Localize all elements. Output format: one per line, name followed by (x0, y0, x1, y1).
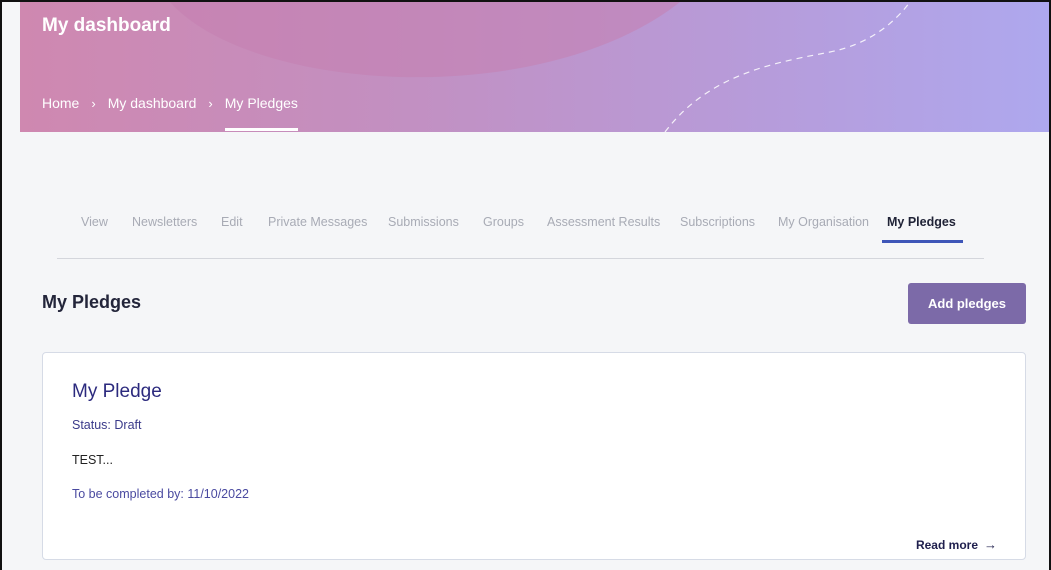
section-title: My Pledges (42, 292, 142, 312)
pledge-title[interactable]: My Pledge (72, 381, 162, 403)
read-more-label: Read more (915, 537, 978, 552)
chevron-right-icon: › (91, 95, 96, 111)
tab-subscriptions[interactable]: Subscriptions (680, 215, 755, 229)
tab-private-messages[interactable]: Private Messages (268, 215, 367, 229)
chevron-right-icon: › (208, 95, 213, 111)
tab-assessment-results[interactable]: Assessment Results (547, 215, 660, 229)
breadcrumb-my-dashboard[interactable]: My dashboard (108, 95, 197, 111)
arrow-right-icon: → (984, 537, 997, 552)
tab-submissions[interactable]: Submissions (388, 215, 459, 229)
tab-edit[interactable]: Edit (221, 215, 243, 229)
breadcrumb-home[interactable]: Home (42, 95, 79, 111)
banner-decoration (170, 2, 911, 132)
read-more-link[interactable]: Read more → (916, 537, 997, 552)
pledge-card: My Pledge Status: Draft TEST... To be co… (42, 352, 1026, 560)
pledge-status: Status: Draft (72, 418, 142, 432)
pledge-due-date: To be completed by: 11/10/2022 (72, 487, 249, 501)
breadcrumb-current: My Pledges (224, 95, 299, 131)
tab-newsletters[interactable]: Newsletters (132, 215, 197, 229)
page-title: My dashboard (42, 15, 171, 36)
profile-tabs: View Newsletters Edit Private Messages S… (57, 215, 984, 259)
page-frame: My dashboard Home › My dashboard › My Pl… (0, 0, 1051, 570)
tab-view[interactable]: View (81, 215, 108, 229)
pledge-summary: TEST... (72, 453, 113, 467)
tab-my-pledges[interactable]: My Pledges (882, 215, 963, 243)
header-banner: My dashboard Home › My dashboard › My Pl… (20, 2, 1049, 132)
add-pledges-button[interactable]: Add pledges (908, 283, 1026, 324)
tab-my-organisation[interactable]: My Organisation (778, 215, 869, 229)
breadcrumb: Home › My dashboard › My Pledges (42, 95, 299, 131)
tab-groups[interactable]: Groups (483, 215, 524, 229)
